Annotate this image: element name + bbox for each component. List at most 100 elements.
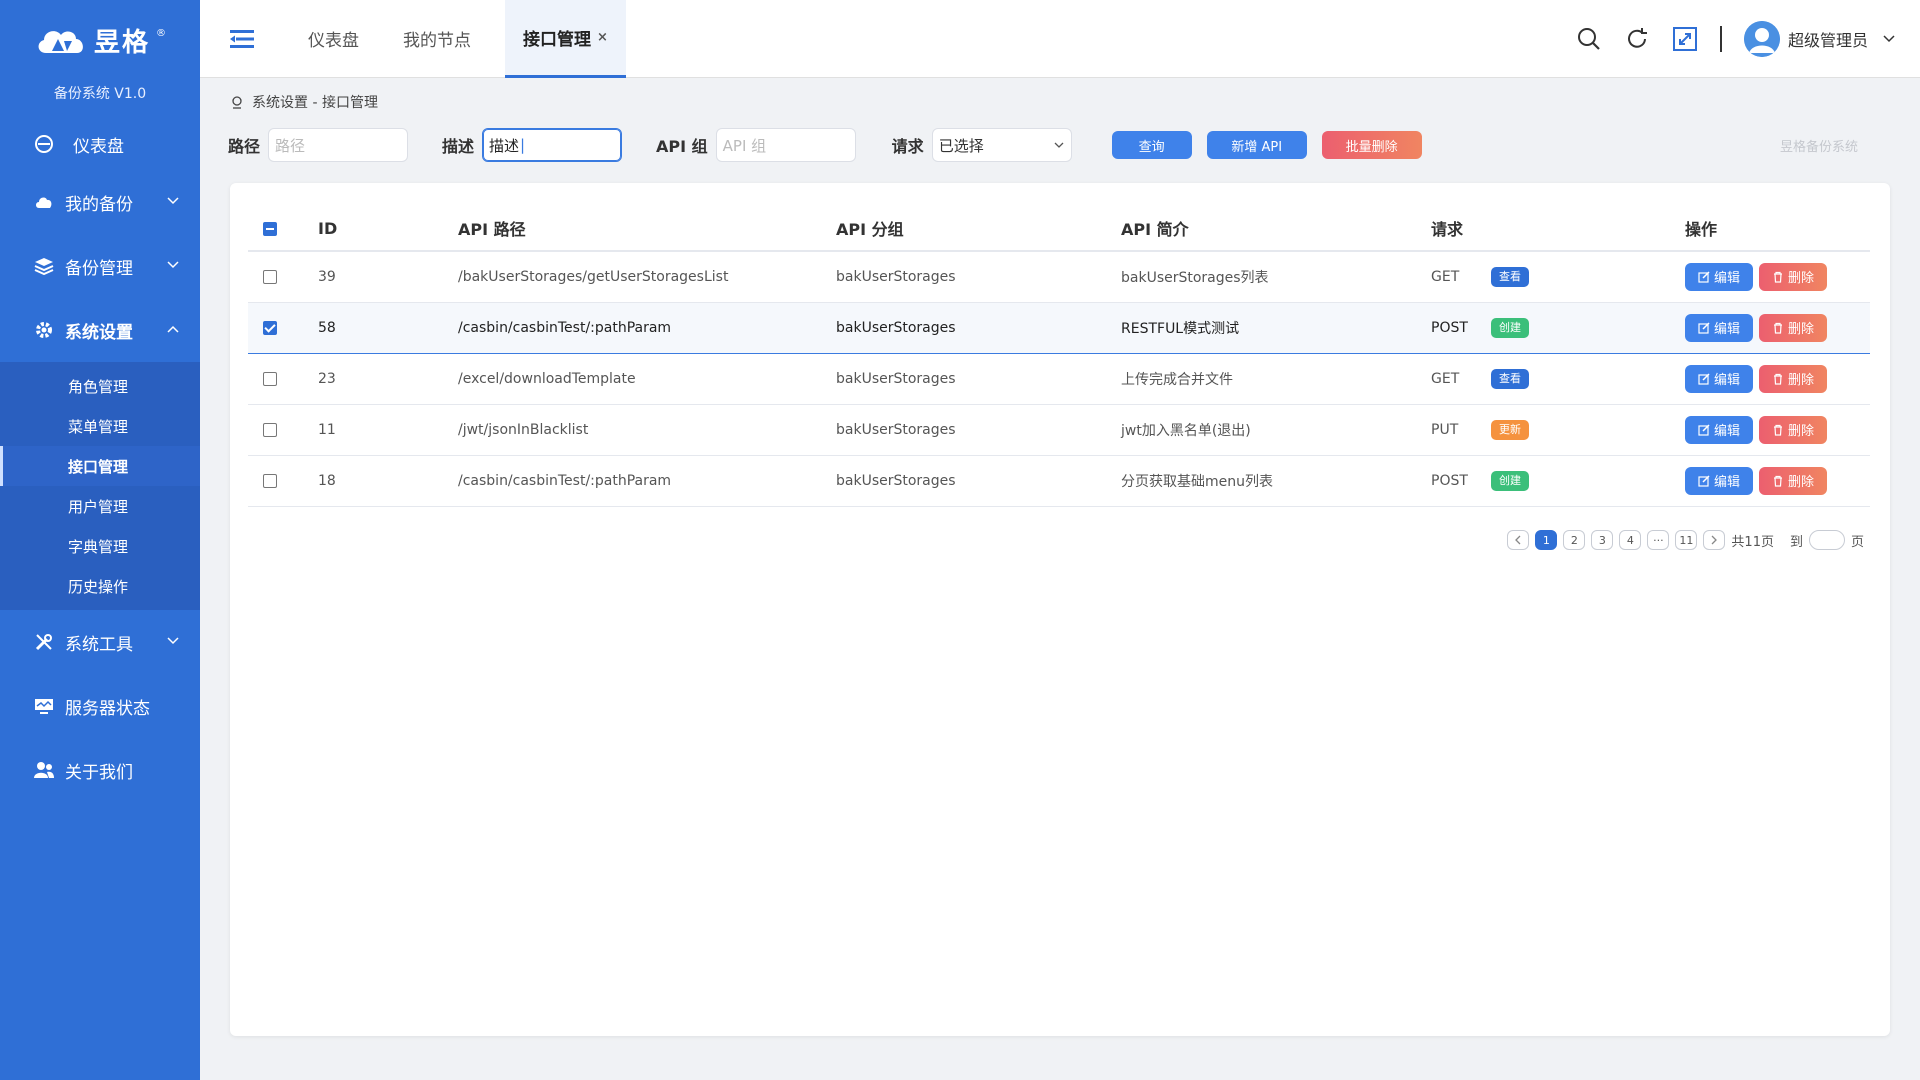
api-table: ID API 路径 API 分组 API 简介 请求 操作 39 /bakUse… — [248, 206, 1870, 507]
table-row[interactable]: 11 /jwt/jsonInBlacklist bakUserStorages … — [248, 404, 1870, 456]
row-select-cell — [248, 353, 318, 405]
tab-my-nodes[interactable]: 我的节点 — [381, 0, 493, 78]
tab-api-manage[interactable]: 接口管理 × — [505, 0, 626, 78]
edit-button[interactable]: 编辑 — [1685, 262, 1753, 291]
nav-my-backup[interactable]: 我的备份 — [0, 170, 200, 234]
sub-dict-manage[interactable]: 字典管理 — [0, 526, 200, 566]
row-checkbox[interactable] — [263, 473, 277, 488]
page-button[interactable]: 4 — [1619, 530, 1642, 550]
tab-my-nodes-label: 我的节点 — [403, 31, 471, 51]
group-input[interactable]: API 组 — [715, 128, 856, 162]
sub-history[interactable]: 历史操作 — [0, 566, 200, 606]
goto-page-input[interactable] — [1808, 530, 1845, 550]
tools-icon — [33, 631, 55, 653]
nav-system-settings[interactable]: 系统设置 — [0, 298, 200, 362]
table-row[interactable]: 58 /casbin/casbinTest/:pathParam bakUser… — [248, 302, 1870, 354]
row-checkbox[interactable] — [263, 371, 277, 386]
page-button[interactable]: 11 — [1675, 530, 1698, 550]
layers-icon — [33, 255, 55, 277]
row-id: 11 — [318, 404, 458, 456]
edit-label: 编辑 — [1713, 373, 1740, 388]
sub-menu-manage[interactable]: 菜单管理 — [0, 406, 200, 446]
query-button[interactable]: 查询 — [1111, 131, 1192, 159]
header-method[interactable]: 请求 — [1431, 206, 1685, 252]
collapse-menu-icon[interactable] — [228, 28, 256, 50]
edit-icon — [1698, 271, 1710, 283]
row-desc: RESTFUL模式测试 — [1121, 302, 1431, 354]
gear-icon — [33, 319, 55, 341]
fullscreen-icon[interactable] — [1672, 26, 1698, 52]
header-path[interactable]: API 路径 — [458, 206, 836, 252]
sub-role-manage[interactable]: 角色管理 — [0, 366, 200, 406]
row-method-cell: PUT 更新 — [1431, 404, 1685, 456]
row-select-cell — [248, 302, 318, 354]
delete-button[interactable]: 删除 — [1759, 415, 1827, 444]
delete-button[interactable]: 删除 — [1759, 262, 1827, 291]
sub-api-manage[interactable]: 接口管理 — [0, 446, 200, 486]
chevron-left-icon — [1515, 535, 1521, 545]
header-desc[interactable]: API 简介 — [1121, 206, 1431, 252]
edit-button[interactable]: 编辑 — [1685, 415, 1753, 444]
top-bar: 仪表盘 我的节点 接口管理 × 超级管理员 — [200, 0, 1920, 78]
row-desc: 分页获取基础menu列表 — [1121, 455, 1431, 507]
header-group[interactable]: API 分组 — [836, 206, 1121, 252]
nav-server-status[interactable]: 服务器状态 — [0, 674, 200, 738]
goto-label: 到 — [1789, 534, 1803, 550]
user-menu[interactable]: 超级管理员 — [1743, 21, 1896, 57]
edit-button[interactable]: 编辑 — [1685, 313, 1753, 342]
row-id: 39 — [318, 251, 458, 303]
row-group: bakUserStorages — [836, 251, 1121, 303]
system-settings-submenu: 角色管理 菜单管理 接口管理 用户管理 字典管理 历史操作 — [0, 362, 200, 610]
nav-about-us[interactable]: 关于我们 — [0, 738, 200, 802]
search-icon[interactable] — [1576, 26, 1602, 52]
row-checkbox[interactable] — [263, 422, 277, 437]
page-button[interactable]: 1 — [1535, 530, 1558, 550]
sub-user-manage[interactable]: 用户管理 — [0, 486, 200, 526]
edit-label: 编辑 — [1713, 475, 1740, 490]
row-actions: 编辑 删除 — [1685, 455, 1870, 507]
desc-input[interactable]: 描述 | — [482, 128, 623, 162]
row-checkbox[interactable] — [263, 269, 277, 284]
edit-button[interactable]: 编辑 — [1685, 364, 1753, 393]
delete-label: 删除 — [1787, 475, 1814, 490]
nav-system-tools[interactable]: 系统工具 — [0, 610, 200, 674]
row-method-cell: POST 创建 — [1431, 455, 1685, 507]
delete-button[interactable]: 删除 — [1759, 313, 1827, 342]
nav-about-us-label: 关于我们 — [65, 762, 133, 783]
edit-button[interactable]: 编辑 — [1685, 466, 1753, 495]
header-id[interactable]: ID — [318, 206, 458, 252]
prev-page-button[interactable] — [1507, 530, 1530, 550]
batch-delete-button[interactable]: 批量删除 — [1321, 131, 1422, 159]
path-input[interactable]: 路径 — [268, 128, 409, 162]
delete-button[interactable]: 删除 — [1759, 364, 1827, 393]
next-page-button[interactable] — [1703, 530, 1726, 550]
page-button[interactable]: 3 — [1591, 530, 1614, 550]
table-row[interactable]: 39 /bakUserStorages/getUserStoragesList … — [248, 251, 1870, 303]
row-id: 23 — [318, 353, 458, 405]
method-select[interactable]: 已选择 — [931, 128, 1072, 162]
more-pages-button[interactable]: ··· — [1647, 530, 1670, 550]
header-actions: 超级管理员 — [1576, 0, 1896, 78]
tab-api-manage-label: 接口管理 — [523, 29, 591, 50]
page-button[interactable]: 2 — [1563, 530, 1586, 550]
trash-icon — [1773, 322, 1782, 334]
page-suffix: 页 — [1850, 534, 1864, 550]
desc-label: 描述 — [442, 137, 475, 156]
tab-dashboard[interactable]: 仪表盘 — [286, 0, 381, 78]
chevron-down-icon — [167, 261, 179, 269]
tab-close-icon[interactable]: × — [597, 30, 608, 45]
table-row[interactable]: 23 /excel/downloadTemplate bakUserStorag… — [248, 353, 1870, 405]
row-method: PUT — [1431, 421, 1459, 438]
pagination: 1 2 3 4 ··· 11 共11页 到 页 — [1507, 530, 1864, 550]
row-checkbox[interactable] — [263, 320, 277, 335]
select-all-checkbox[interactable] — [263, 222, 277, 236]
nav-dashboard[interactable]: 仪表盘 — [0, 118, 200, 170]
delete-button[interactable]: 删除 — [1759, 466, 1827, 495]
add-api-button[interactable]: 新增 API — [1206, 131, 1307, 159]
nav-backup-manage-label: 备份管理 — [65, 258, 133, 279]
nav-backup-manage[interactable]: 备份管理 — [0, 234, 200, 298]
row-group: bakUserStorages — [836, 404, 1121, 456]
refresh-icon[interactable] — [1624, 26, 1650, 52]
table-row[interactable]: 18 /casbin/casbinTest/:pathParam bakUser… — [248, 455, 1870, 507]
method-badge: 更新 — [1491, 419, 1529, 440]
